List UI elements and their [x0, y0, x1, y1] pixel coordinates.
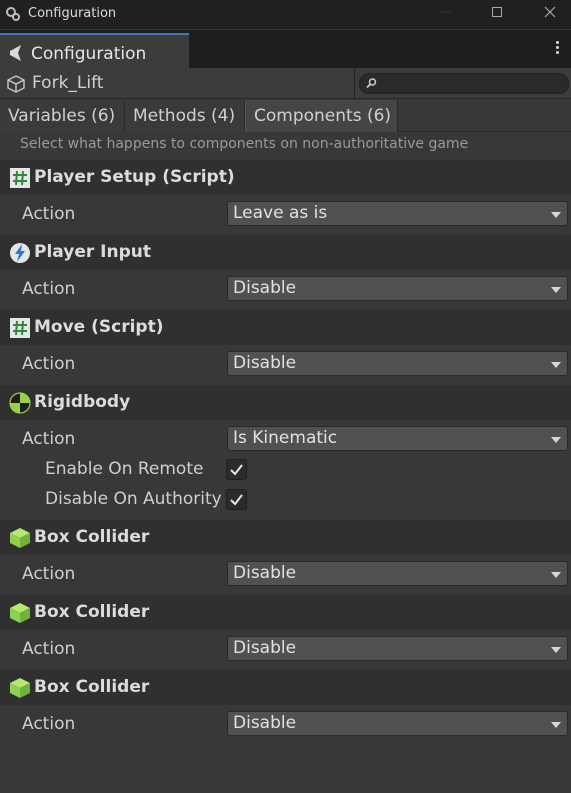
dropdown-value: Disable — [233, 353, 297, 373]
script-icon — [10, 168, 30, 188]
tab-variables[interactable]: Variables (6) — [0, 100, 125, 132]
maximize-icon — [492, 7, 502, 17]
component-title: Move (Script) — [34, 317, 164, 337]
component-header-box-collider-1[interactable]: Box Collider — [0, 520, 571, 555]
dropdown-value: Leave as is — [233, 203, 328, 223]
player-input-icon — [10, 243, 30, 263]
action-dropdown-rigidbody[interactable]: Is Kinematic — [227, 426, 568, 451]
action-label: Action — [22, 354, 76, 374]
tab-components[interactable]: Components (6) — [245, 100, 398, 132]
component-title: Box Collider — [34, 677, 150, 697]
component-header-box-collider-2[interactable]: Box Collider — [0, 595, 571, 630]
minimize-button[interactable] — [434, 4, 458, 24]
hint-text: Select what happens to components on non… — [20, 136, 469, 152]
action-dropdown-player-setup[interactable]: Leave as is — [227, 201, 568, 226]
dropdown-value: Disable — [233, 638, 297, 658]
dropdown-value: Disable — [233, 563, 297, 583]
action-dropdown-box-collider-2[interactable]: Disable — [227, 636, 568, 661]
minimize-icon — [441, 11, 451, 13]
tab-label: Configuration — [31, 44, 147, 64]
component-title: Box Collider — [34, 602, 150, 622]
tab-methods[interactable]: Methods (4) — [125, 100, 245, 132]
action-label: Action — [22, 279, 76, 299]
object-name: Fork_Lift — [32, 73, 104, 93]
action-label: Action — [22, 639, 76, 659]
disable-on-authority-checkbox[interactable] — [226, 489, 247, 510]
box-collider-icon — [10, 678, 30, 698]
dropdown-value: Is Kinematic — [233, 428, 338, 448]
disable-on-authority-label: Disable On Authority — [45, 489, 222, 509]
object-row: Fork_Lift — [0, 68, 571, 99]
action-label: Action — [22, 564, 76, 584]
chevron-down-icon — [551, 572, 561, 578]
unity-app-icon — [6, 7, 20, 21]
component-title: Player Input — [34, 242, 151, 262]
divider — [354, 68, 355, 99]
chevron-down-icon — [551, 437, 561, 443]
checkmark-icon — [230, 464, 243, 476]
enable-on-remote-label: Enable On Remote — [45, 459, 204, 479]
box-collider-icon — [10, 603, 30, 623]
chevron-down-icon — [551, 722, 561, 728]
maximize-button[interactable] — [485, 4, 509, 24]
action-dropdown-box-collider-1[interactable]: Disable — [227, 561, 568, 586]
search-input[interactable] — [359, 73, 569, 94]
tab-configuration[interactable]: Configuration — [0, 33, 189, 68]
component-header-move[interactable]: Move (Script) — [0, 310, 571, 345]
component-header-box-collider-3[interactable]: Box Collider — [0, 670, 571, 705]
component-title: Player Setup (Script) — [34, 167, 235, 187]
gameobject-cube-icon — [7, 75, 25, 93]
chevron-down-icon — [551, 287, 561, 293]
action-dropdown-box-collider-3[interactable]: Disable — [227, 711, 568, 736]
window-title: Configuration — [28, 6, 117, 21]
action-label: Action — [22, 204, 76, 224]
action-label: Action — [22, 714, 76, 734]
action-dropdown-player-input[interactable]: Disable — [227, 276, 568, 301]
dropdown-value: Disable — [233, 278, 297, 298]
component-title: Rigidbody — [34, 392, 131, 412]
subtab-bar: Variables (6) Methods (4) Components (6) — [0, 100, 571, 132]
box-collider-icon — [10, 528, 30, 548]
component-title: Box Collider — [34, 527, 150, 547]
more-options-icon[interactable] — [551, 39, 563, 59]
rigidbody-icon — [9, 392, 31, 414]
chevron-down-icon — [551, 362, 561, 368]
editor-tab-strip: Configuration — [0, 30, 571, 68]
component-header-player-setup[interactable]: Player Setup (Script) — [0, 160, 571, 195]
checkmark-icon — [230, 494, 243, 506]
window-titlebar: Configuration — [0, 0, 571, 29]
close-icon — [544, 6, 556, 18]
search-icon — [366, 78, 377, 89]
component-header-rigidbody[interactable]: Rigidbody — [0, 385, 571, 420]
component-header-player-input[interactable]: Player Input — [0, 235, 571, 270]
enable-on-remote-checkbox[interactable] — [226, 459, 247, 480]
chevron-down-icon — [551, 212, 561, 218]
close-button[interactable] — [538, 4, 562, 24]
dropdown-value: Disable — [233, 713, 297, 733]
script-icon — [10, 318, 30, 338]
unity-logo-icon — [10, 45, 21, 61]
action-label: Action — [22, 429, 76, 449]
action-dropdown-move[interactable]: Disable — [227, 351, 568, 376]
chevron-down-icon — [551, 647, 561, 653]
